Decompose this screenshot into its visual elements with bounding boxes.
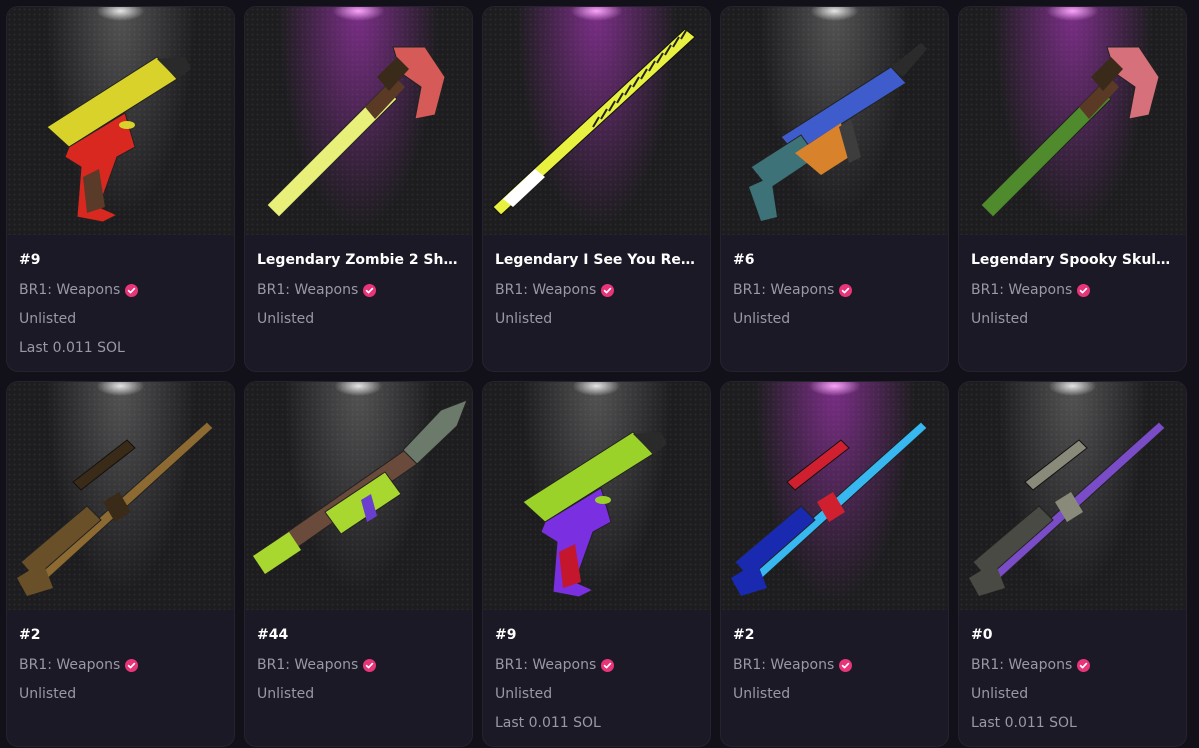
nft-image (245, 382, 472, 610)
last-sale-price (733, 339, 936, 357)
verified-check-icon (363, 283, 377, 297)
collection-row: BR1: Weapons (733, 281, 936, 299)
collection-row: BR1: Weapons (495, 656, 698, 674)
collection-name[interactable]: BR1: Weapons (257, 281, 358, 299)
sniper-icon (969, 421, 1166, 596)
collection-name[interactable]: BR1: Weapons (257, 656, 358, 674)
collection-name[interactable]: BR1: Weapons (971, 281, 1072, 299)
axe-icon (266, 46, 446, 218)
nft-image (483, 382, 710, 610)
nft-image (7, 382, 234, 610)
collection-row: BR1: Weapons (733, 656, 936, 674)
item-title: #2 (19, 627, 41, 643)
last-sale-price: Last 0.011 SOL (495, 715, 601, 731)
collection-row: BR1: Weapons (19, 281, 222, 299)
nft-card[interactable]: #2 BR1: Weapons Unlisted (6, 381, 235, 747)
verified-check-icon (1077, 283, 1091, 297)
item-title: Legendary Zombie 2 Sho... (257, 252, 460, 268)
nft-card[interactable]: #0 BR1: Weapons Unlisted Last 0.011 SOL (958, 381, 1187, 747)
rifle-icon (749, 43, 927, 221)
collection-row: BR1: Weapons (971, 281, 1174, 299)
bat-icon (492, 28, 696, 216)
nft-image (959, 7, 1186, 235)
pistol-icon (46, 56, 191, 223)
collection-row: BR1: Weapons (257, 281, 460, 299)
nft-card[interactable]: Legendary Zombie 2 Sho... BR1: Weapons U… (244, 6, 473, 372)
item-title: #9 (495, 627, 517, 643)
collection-name[interactable]: BR1: Weapons (971, 656, 1072, 674)
collection-name[interactable]: BR1: Weapons (19, 656, 120, 674)
nft-image (7, 7, 234, 235)
listing-status: Unlisted (495, 311, 553, 327)
verified-check-icon (125, 658, 139, 672)
listing-status: Unlisted (19, 686, 77, 702)
nft-image (721, 7, 948, 235)
nft-card[interactable]: #9 BR1: Weapons Unlisted Last 0.011 SOL (482, 381, 711, 747)
nft-image (721, 382, 948, 610)
nft-image (245, 7, 472, 235)
collection-name[interactable]: BR1: Weapons (495, 656, 596, 674)
item-title: #2 (733, 627, 755, 643)
listing-status: Unlisted (19, 311, 77, 327)
collection-name[interactable]: BR1: Weapons (19, 281, 120, 299)
listing-status: Unlisted (733, 686, 791, 702)
verified-check-icon (839, 283, 853, 297)
listing-status: Unlisted (257, 686, 315, 702)
sniper-icon (731, 421, 928, 596)
collection-name[interactable]: BR1: Weapons (495, 281, 596, 299)
item-title: #0 (971, 627, 993, 643)
listing-status: Unlisted (971, 311, 1029, 327)
listing-status: Unlisted (495, 686, 553, 702)
collection-row: BR1: Weapons (257, 656, 460, 674)
sniper-icon (17, 421, 214, 596)
last-sale-price: Last 0.011 SOL (971, 715, 1077, 731)
listing-status: Unlisted (733, 311, 791, 327)
axe-icon (980, 46, 1160, 218)
last-sale-price (257, 339, 460, 357)
verified-check-icon (1077, 658, 1091, 672)
last-sale-price (733, 714, 936, 732)
nft-image (483, 7, 710, 235)
item-title: #9 (19, 252, 41, 268)
listing-status: Unlisted (971, 686, 1029, 702)
verified-check-icon (601, 658, 615, 672)
verified-check-icon (363, 658, 377, 672)
rpg-icon (252, 399, 468, 574)
verified-check-icon (125, 283, 139, 297)
nft-grid: #9 BR1: Weapons Unlisted Last 0.011 SOL … (6, 6, 1187, 747)
last-sale-price (495, 339, 698, 357)
verified-check-icon (601, 283, 615, 297)
last-sale-price (971, 339, 1174, 357)
last-sale-price (19, 714, 222, 732)
last-sale-price: Last 0.011 SOL (19, 340, 125, 356)
listing-status: Unlisted (257, 311, 315, 327)
collection-name[interactable]: BR1: Weapons (733, 656, 834, 674)
collection-name[interactable]: BR1: Weapons (733, 281, 834, 299)
nft-card[interactable]: #9 BR1: Weapons Unlisted Last 0.011 SOL (6, 6, 235, 372)
nft-card[interactable]: Legendary I See You Rea... BR1: Weapons … (482, 6, 711, 372)
item-title: #44 (257, 627, 289, 643)
last-sale-price (257, 714, 460, 732)
verified-check-icon (839, 658, 853, 672)
item-title: Legendary I See You Rea... (495, 252, 698, 268)
item-title: Legendary Spooky Skull... (971, 252, 1174, 268)
collection-row: BR1: Weapons (19, 656, 222, 674)
nft-card[interactable]: #6 BR1: Weapons Unlisted (720, 6, 949, 372)
nft-image (959, 382, 1186, 610)
item-title: #6 (733, 252, 755, 268)
collection-row: BR1: Weapons (971, 656, 1174, 674)
pistol-icon (522, 431, 667, 598)
nft-card[interactable]: #2 BR1: Weapons Unlisted (720, 381, 949, 747)
collection-row: BR1: Weapons (495, 281, 698, 299)
nft-card[interactable]: Legendary Spooky Skull... BR1: Weapons U… (958, 6, 1187, 372)
nft-card[interactable]: #44 BR1: Weapons Unlisted (244, 381, 473, 747)
